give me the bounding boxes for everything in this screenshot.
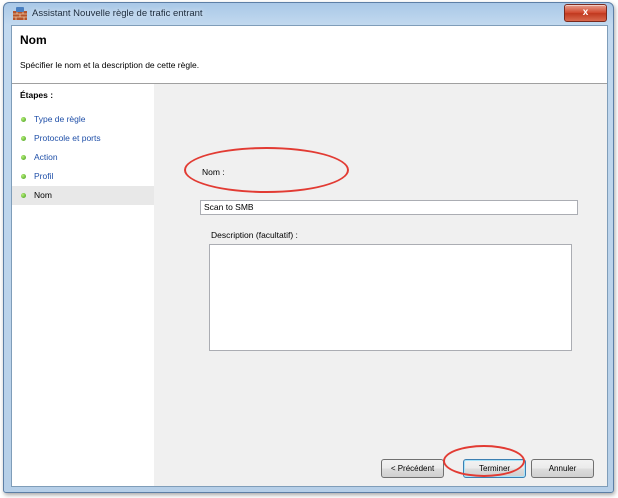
wizard-header: Nom Spécifier le nom et la description d…: [12, 26, 607, 84]
previous-button[interactable]: < Précédent: [381, 459, 444, 478]
title-bar[interactable]: Assistant Nouvelle règle de trafic entra…: [4, 3, 613, 25]
step-status-icon: [21, 155, 26, 160]
description-label: Description (facultatif) :: [211, 230, 298, 240]
close-button[interactable]: x: [564, 4, 607, 22]
wizard-client-area: Nom Spécifier le nom et la description d…: [11, 25, 608, 487]
step-rule-type[interactable]: Type de règle: [12, 110, 154, 129]
step-protocol-ports[interactable]: Protocole et ports: [12, 129, 154, 148]
page-subtitle: Spécifier le nom et la description de ce…: [20, 60, 200, 70]
window-title: Assistant Nouvelle règle de trafic entra…: [32, 8, 203, 19]
firewall-icon: [13, 7, 27, 20]
page-title: Nom: [20, 33, 47, 47]
step-status-icon: [21, 117, 26, 122]
step-label: Type de règle: [34, 114, 86, 124]
name-input[interactable]: [200, 200, 578, 215]
description-textarea[interactable]: [209, 244, 572, 351]
steps-title: Étapes :: [20, 90, 54, 100]
step-status-icon: [21, 193, 26, 198]
step-label: Protocole et ports: [34, 133, 101, 143]
finish-button[interactable]: Terminer: [463, 459, 526, 478]
step-label: Profil: [34, 171, 54, 181]
step-profile[interactable]: Profil: [12, 167, 154, 186]
steps-panel: Étapes : Type de règle Protocole et port…: [12, 84, 154, 486]
wizard-window: Assistant Nouvelle règle de trafic entra…: [3, 2, 614, 493]
name-label: Nom :: [202, 167, 225, 177]
step-name[interactable]: Nom: [12, 186, 154, 205]
step-label: Nom: [34, 190, 52, 200]
step-label: Action: [34, 152, 58, 162]
step-status-icon: [21, 174, 26, 179]
step-status-icon: [21, 136, 26, 141]
close-icon: x: [582, 7, 589, 18]
cancel-button[interactable]: Annuler: [531, 459, 594, 478]
step-action[interactable]: Action: [12, 148, 154, 167]
